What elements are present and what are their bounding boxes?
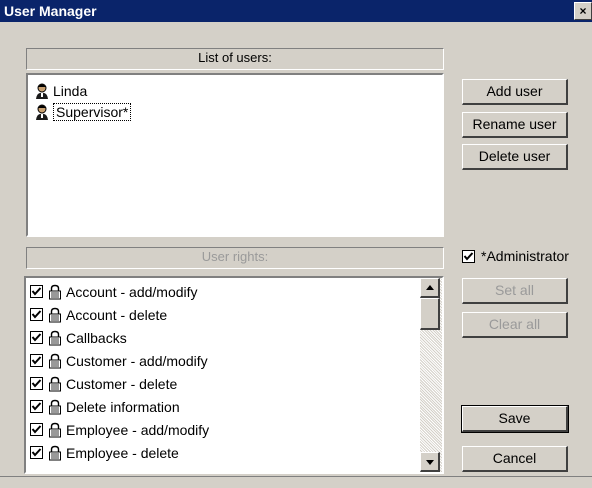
- rights-list[interactable]: Account - add/modify Account - delete Call…: [26, 278, 420, 472]
- check-icon: [31, 379, 42, 388]
- close-button[interactable]: ×: [574, 2, 592, 20]
- check-icon: [31, 448, 42, 457]
- right-checkbox[interactable]: [30, 400, 43, 413]
- right-label: Customer - delete: [66, 375, 178, 392]
- save-label: Save: [498, 410, 531, 426]
- delete-user-button[interactable]: Delete user: [462, 144, 568, 170]
- cancel-button[interactable]: Cancel: [462, 446, 568, 472]
- save-button[interactable]: Save: [461, 405, 569, 433]
- check-icon: [31, 333, 42, 342]
- user-icon: [36, 104, 48, 120]
- rights-header: User rights:: [26, 247, 444, 269]
- check-icon: [31, 310, 42, 319]
- right-checkbox[interactable]: [30, 354, 43, 367]
- user-right-item[interactable]: Customer - delete: [30, 372, 177, 395]
- rights-header-label: User rights:: [201, 249, 269, 264]
- administrator-check-box[interactable]: [462, 249, 475, 263]
- clear-all-label: Clear all: [488, 316, 541, 332]
- check-icon: [31, 425, 42, 434]
- right-label: Account - add/modify: [66, 283, 198, 300]
- user-right-item[interactable]: Account - delete: [30, 303, 167, 326]
- lock-icon: [49, 353, 61, 368]
- window-frame-bottom: [0, 476, 592, 488]
- title-bar: User Manager ×: [0, 0, 592, 22]
- rights-scrollbar[interactable]: [420, 278, 442, 472]
- user-right-item[interactable]: Delete information: [30, 395, 180, 418]
- right-label: Account - delete: [66, 306, 168, 323]
- lock-icon: [49, 445, 61, 460]
- delete-user-label: Delete user: [478, 148, 551, 164]
- add-user-button[interactable]: Add user: [462, 79, 568, 105]
- user-list-item[interactable]: Linda: [34, 81, 87, 101]
- add-user-label: Add user: [486, 83, 543, 99]
- user-list-item[interactable]: Supervisor*: [34, 102, 132, 122]
- user-right-item[interactable]: Employee - add/modify: [30, 418, 209, 441]
- right-checkbox[interactable]: [30, 423, 43, 436]
- set-all-label: Set all: [495, 282, 534, 298]
- user-right-item[interactable]: Account - add/modify: [30, 280, 198, 303]
- right-checkbox[interactable]: [30, 446, 43, 459]
- right-label: Customer - add/modify: [66, 352, 208, 369]
- lock-icon: [49, 422, 61, 437]
- administrator-checkbox[interactable]: *Administrator: [462, 248, 569, 264]
- window-title: User Manager: [4, 3, 97, 19]
- right-label: Employee - delete: [66, 444, 179, 461]
- right-label: Callbacks: [66, 329, 127, 346]
- lock-icon: [49, 307, 61, 322]
- administrator-label: *Administrator: [481, 248, 569, 264]
- user-icon: [36, 83, 48, 99]
- arrow-up-icon: [426, 285, 434, 290]
- scroll-thumb[interactable]: [420, 298, 440, 330]
- user-name: Supervisor*: [53, 103, 132, 121]
- user-right-item[interactable]: Customer - add/modify: [30, 349, 208, 372]
- right-checkbox[interactable]: [30, 285, 43, 298]
- user-right-item[interactable]: Callbacks: [30, 326, 127, 349]
- scroll-up-button[interactable]: [420, 278, 440, 298]
- users-header: List of users:: [26, 48, 444, 70]
- lock-icon: [49, 284, 61, 299]
- lock-icon: [49, 376, 61, 391]
- check-icon: [31, 356, 42, 365]
- right-checkbox[interactable]: [30, 308, 43, 321]
- right-checkbox[interactable]: [30, 331, 43, 344]
- clear-all-button[interactable]: Clear all: [462, 312, 568, 338]
- user-name: Linda: [53, 83, 88, 99]
- close-icon: ×: [579, 4, 587, 18]
- right-checkbox[interactable]: [30, 377, 43, 390]
- rename-user-label: Rename user: [472, 116, 557, 132]
- check-icon: [31, 287, 42, 296]
- users-list[interactable]: Linda Supervisor*: [26, 73, 444, 237]
- check-icon: [463, 251, 474, 261]
- lock-icon: [49, 330, 61, 345]
- right-label: Employee - add/modify: [66, 421, 210, 438]
- lock-icon: [49, 399, 61, 414]
- cancel-label: Cancel: [492, 450, 537, 466]
- arrow-down-icon: [426, 460, 434, 465]
- user-right-item[interactable]: Employee - delete: [30, 441, 179, 464]
- check-icon: [31, 402, 42, 411]
- rename-user-button[interactable]: Rename user: [462, 112, 568, 138]
- users-header-label: List of users:: [198, 50, 272, 65]
- right-label: Delete information: [66, 398, 180, 415]
- set-all-button[interactable]: Set all: [462, 278, 568, 304]
- scroll-down-button[interactable]: [420, 452, 440, 472]
